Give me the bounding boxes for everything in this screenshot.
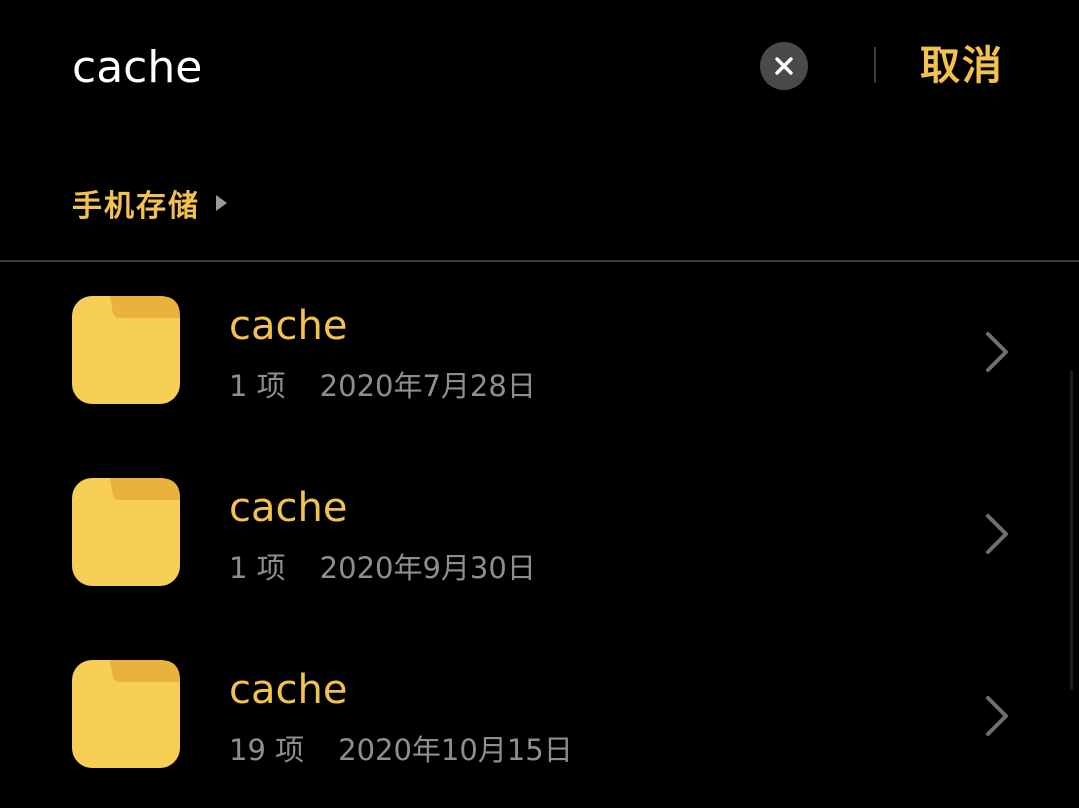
file-date: 2020年9月30日 [319,551,536,585]
search-divider [874,47,876,83]
file-meta: 1 项 2020年9月30日 [229,548,536,588]
list-item[interactable]: cache 1 项 2020年9月30日 [0,444,1079,626]
close-icon [775,57,793,75]
file-name: cache [229,303,348,349]
search-input[interactable] [72,34,732,100]
file-name: cache [229,667,348,713]
breadcrumb-arrow-icon [216,195,227,211]
folder-icon [72,296,180,404]
clear-search-button[interactable] [760,42,808,90]
file-date: 2020年10月15日 [338,733,573,767]
list-item[interactable]: cache 1 项 2020年7月28日 [0,262,1079,444]
cancel-button[interactable]: 取消 [920,38,1004,94]
file-item-count: 1 项 [229,369,286,403]
file-list: cache 1 项 2020年7月28日 cache 1 项 2020年9月30日 … [0,262,1079,808]
folder-icon [72,660,180,768]
search-bar: 取消 [0,0,1079,130]
file-date: 2020年7月28日 [319,369,536,403]
breadcrumb-label: 手机存储 [72,189,200,224]
file-meta: 1 项 2020年7月28日 [229,366,536,406]
chevron-right-icon [986,696,1008,736]
file-item-count: 1 项 [229,551,286,585]
file-item-count: 19 项 [229,733,305,767]
chevron-right-icon [986,332,1008,372]
file-meta: 19 项 2020年10月15日 [229,730,573,770]
file-name: cache [229,485,348,531]
chevron-right-icon [986,514,1008,554]
breadcrumb[interactable]: 手机存储 [72,178,227,228]
scrollbar[interactable] [1070,370,1073,690]
folder-icon [72,478,180,586]
list-item[interactable]: cache 19 项 2020年10月15日 [0,626,1079,808]
